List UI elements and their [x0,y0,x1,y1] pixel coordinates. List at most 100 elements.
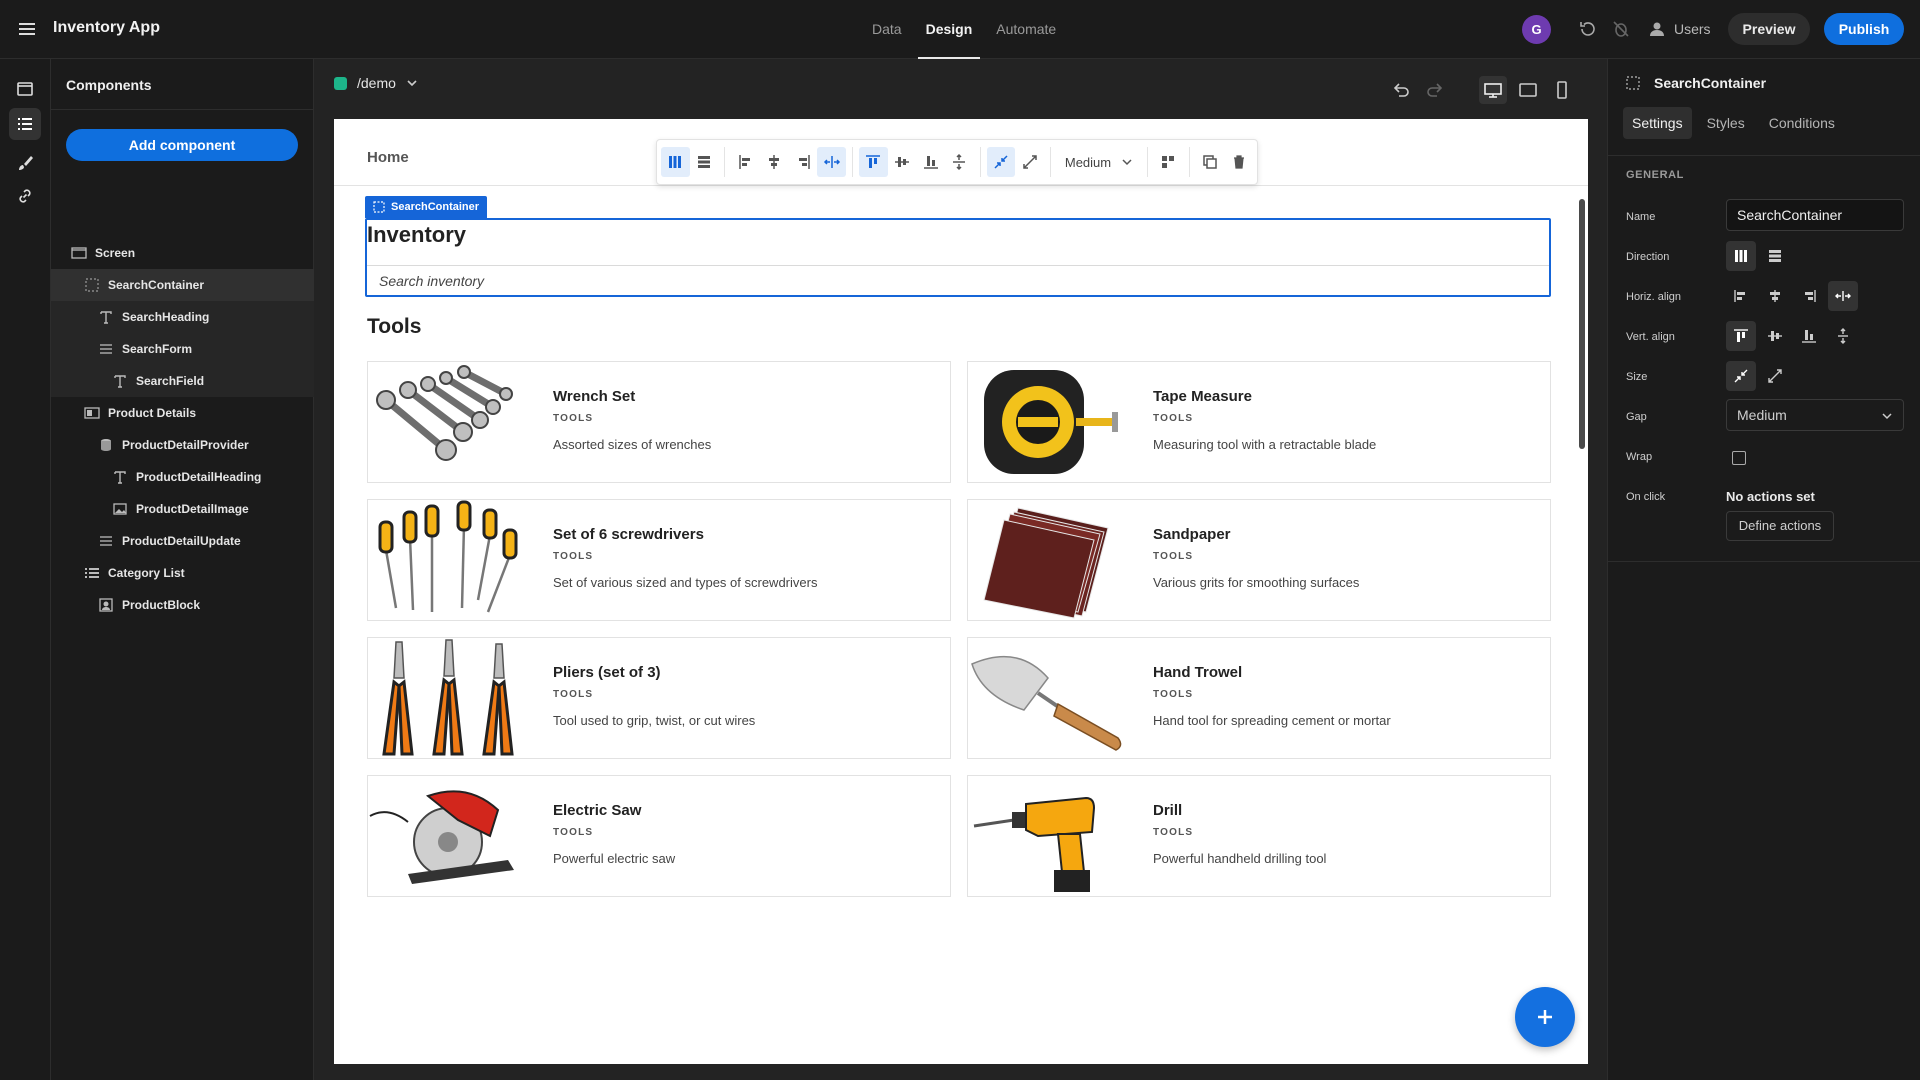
tab-automate[interactable]: Automate [984,0,1068,59]
tree-item-label: ProductDetailProvider [122,438,249,452]
align-right-icon[interactable] [789,147,818,177]
tree-item-product-details[interactable]: Product Details [51,397,314,429]
name-field[interactable]: SearchContainer [1726,199,1904,231]
name-label: Name [1626,211,1656,223]
align-center-icon[interactable] [1760,281,1790,311]
avatar[interactable]: G [1522,15,1551,44]
align-left-icon[interactable] [1726,281,1756,311]
tab-conditions[interactable]: Conditions [1760,107,1844,139]
direction-row-icon[interactable] [1760,241,1790,271]
direction-column-icon[interactable] [1726,241,1756,271]
add-component-button[interactable]: Add component [66,129,298,161]
preview-button[interactable]: Preview [1728,13,1810,45]
product-card[interactable]: Drill TOOLS Powerful handheld drilling t… [967,775,1551,897]
product-category: TOOLS [553,413,594,424]
gap-select[interactable]: Medium [1726,399,1904,431]
grow-icon[interactable] [1760,361,1790,391]
product-name: Electric Saw [553,802,642,819]
chevron-down-icon [1122,159,1132,166]
desktop-view-icon[interactable] [1479,76,1507,104]
tablet-view-icon[interactable] [1517,79,1539,101]
settings-header: SearchContainer [1626,75,1766,91]
menu-icon[interactable] [16,18,38,40]
tree-item-label: SearchField [136,374,205,388]
search-container[interactable]: Inventory Search inventory [365,218,1551,297]
align-middle-icon[interactable] [888,147,917,177]
tree-item-searchform[interactable]: SearchForm [51,333,314,365]
wrap-checkbox[interactable] [1732,451,1746,465]
tree-item-productdetailupdate[interactable]: ProductDetailUpdate [51,525,314,557]
undo-icon[interactable] [1390,79,1412,101]
container-icon [1626,76,1640,90]
tab-data[interactable]: Data [860,0,914,59]
section-heading: Tools [367,315,422,338]
tree-item-searchfield[interactable]: SearchField [51,365,314,397]
product-category: TOOLS [553,689,594,700]
redo-icon[interactable] [1424,79,1446,101]
align-top-icon[interactable] [858,147,888,177]
page-preview[interactable]: Home Medium SearchContainer Inventory Se… [334,119,1588,1064]
direction-column-icon[interactable] [661,147,690,177]
brush-icon[interactable] [9,147,41,179]
tree-item-screen[interactable]: Screen [51,237,314,269]
tree-item-productdetailimage[interactable]: ProductDetailImage [51,493,314,525]
history-icon[interactable] [1577,18,1599,40]
shrink-icon[interactable] [1726,361,1756,391]
product-card[interactable]: Hand Trowel TOOLS Hand tool for spreadin… [967,637,1551,759]
shrink-icon[interactable] [986,147,1016,177]
product-card[interactable]: Wrench Set TOOLS Assorted sizes of wrenc… [367,361,951,483]
product-card[interactable]: Set of 6 screwdrivers TOOLS Set of vario… [367,499,951,621]
tab-design[interactable]: Design [914,0,985,59]
top-nav: Data Design Automate [860,0,1068,59]
tree-item-productdetailprovider[interactable]: ProductDetailProvider [51,429,314,461]
chevron-down-icon [407,80,417,87]
tree-item-category-list[interactable]: Category List [51,557,314,589]
wrap-icon[interactable] [1154,147,1183,177]
users-link[interactable]: Users [1648,14,1711,44]
tab-styles[interactable]: Styles [1698,107,1754,139]
add-fab-button[interactable] [1515,987,1575,1047]
canvas-scrollbar[interactable] [1579,199,1585,449]
divider [1608,155,1920,156]
product-description: Assorted sizes of wrenches [553,437,712,452]
delete-icon[interactable] [1224,147,1253,177]
product-card[interactable]: Tape Measure TOOLS Measuring tool with a… [967,361,1551,483]
tree-item-productdetailheading[interactable]: ProductDetailHeading [51,461,314,493]
align-middle-icon[interactable] [1760,321,1790,351]
wrap-label: Wrap [1626,451,1653,463]
screens-icon[interactable] [9,73,41,105]
product-card[interactable]: Pliers (set of 3) TOOLS Tool used to gri… [367,637,951,759]
tree-item-searchheading[interactable]: SearchHeading [51,301,314,333]
product-card[interactable]: Sandpaper TOOLS Various grits for smooth… [967,499,1551,621]
bug-icon[interactable] [1610,18,1632,40]
route-selector[interactable]: /demo [334,75,418,91]
form-icon [100,536,112,546]
product-name: Tape Measure [1153,388,1252,405]
define-actions-button[interactable]: Define actions [1726,511,1834,541]
align-bottom-icon[interactable] [1794,321,1824,351]
align-center-icon[interactable] [760,147,789,177]
link-icon[interactable] [9,180,41,212]
grow-icon[interactable] [1015,147,1044,177]
align-stretch-icon[interactable] [1828,281,1858,311]
mobile-view-icon[interactable] [1551,79,1573,101]
align-vertical-stretch-icon[interactable] [945,147,974,177]
align-stretch-icon[interactable] [817,147,846,177]
tab-settings[interactable]: Settings [1623,107,1692,139]
gap-select[interactable]: Medium [1057,147,1141,177]
publish-button[interactable]: Publish [1824,13,1904,45]
align-bottom-icon[interactable] [916,147,945,177]
align-vertical-stretch-icon[interactable] [1828,321,1858,351]
tree-item-searchcontainer[interactable]: SearchContainer [51,269,314,301]
duplicate-icon[interactable] [1196,147,1225,177]
align-left-icon[interactable] [731,147,760,177]
tree-item-productblock[interactable]: ProductBlock [51,589,314,621]
gap-select-value: Medium [1064,154,1112,170]
product-card[interactable]: Electric Saw TOOLS Powerful electric saw [367,775,951,897]
components-icon[interactable] [9,108,41,140]
size-options [1726,361,1790,391]
align-top-icon[interactable] [1726,321,1756,351]
search-input[interactable]: Search inventory [367,265,1549,295]
direction-row-icon[interactable] [690,147,719,177]
align-right-icon[interactable] [1794,281,1824,311]
